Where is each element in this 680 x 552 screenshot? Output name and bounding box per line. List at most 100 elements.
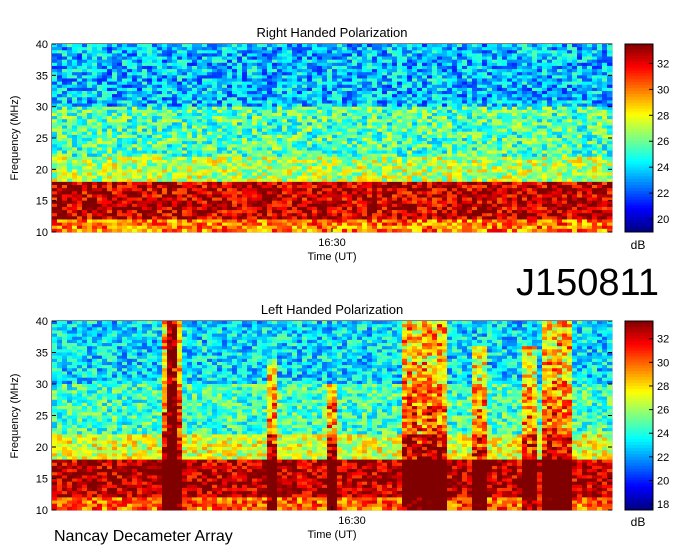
heatmap-cell <box>122 141 128 145</box>
heatmap-cell <box>272 172 278 176</box>
heatmap-cell <box>472 116 478 120</box>
heatmap-cell <box>387 106 393 111</box>
heatmap-cell <box>157 119 163 123</box>
heatmap-cell <box>277 81 283 86</box>
heatmap-cell <box>182 106 188 111</box>
heatmap-cell <box>302 122 308 126</box>
heatmap-cell <box>442 72 448 76</box>
heatmap-cell <box>267 65 273 70</box>
heatmap-cell <box>327 72 333 76</box>
heatmap-cell <box>472 47 478 51</box>
heatmap-cell <box>297 125 303 129</box>
heatmap-cell <box>252 169 258 173</box>
heatmap-cell <box>197 106 203 111</box>
heatmap-cell <box>507 87 513 92</box>
panel-right-polarization: Right Handed Polarization 10152025303540… <box>9 25 669 263</box>
heatmap-cell <box>347 125 353 129</box>
heatmap-cell <box>182 119 188 123</box>
heatmap-cell <box>142 159 148 164</box>
heatmap-cell <box>382 75 388 79</box>
heatmap-cell <box>107 75 113 79</box>
heatmap-cell <box>537 116 543 120</box>
heatmap-cell <box>507 53 513 57</box>
heatmap-cell <box>167 122 173 126</box>
heatmap-cell <box>577 134 583 139</box>
heatmap-cell <box>332 131 338 136</box>
heatmap-cell <box>267 109 273 114</box>
heatmap-cell <box>462 128 468 133</box>
heatmap-cell <box>192 144 198 148</box>
heatmap-cell <box>437 109 443 114</box>
heatmap-cell <box>222 50 228 54</box>
heatmap-cell <box>377 100 383 104</box>
heatmap-cell <box>82 112 88 117</box>
heatmap-cell <box>242 112 248 117</box>
heatmap-cell <box>257 94 263 98</box>
heatmap-cell <box>282 47 288 51</box>
heatmap-cell <box>422 175 428 180</box>
heatmap-cell <box>502 65 508 70</box>
heatmap-cell <box>522 141 528 145</box>
heatmap-cell <box>282 59 288 64</box>
heatmap-cell <box>377 178 383 183</box>
heatmap-cell <box>332 97 338 101</box>
heatmap-cell <box>87 65 93 70</box>
heatmap-cell <box>267 62 273 67</box>
heatmap-cell <box>362 138 368 142</box>
heatmap-cell <box>337 78 343 82</box>
heatmap-cell <box>447 72 453 76</box>
heatmap-cell <box>357 62 363 67</box>
heatmap-cell <box>167 169 173 173</box>
heatmap-cell <box>357 147 363 151</box>
heatmap-cell <box>92 81 98 86</box>
heatmap-cell <box>147 72 153 76</box>
heatmap-cell <box>497 169 503 173</box>
heatmap-cell <box>277 147 283 151</box>
heatmap-cell <box>547 100 553 104</box>
heatmap-cell <box>562 119 568 123</box>
heatmap-cell <box>477 169 483 173</box>
heatmap-cell <box>507 175 513 180</box>
heatmap-cell <box>337 62 343 67</box>
heatmap-cell <box>122 69 128 73</box>
heatmap-cell <box>382 156 388 161</box>
heatmap-cell <box>547 153 553 158</box>
heatmap-cell <box>262 144 268 148</box>
heatmap-cell <box>67 100 73 104</box>
heatmap-cell <box>557 72 563 76</box>
heatmap-cell <box>52 112 58 117</box>
heatmap-cell <box>452 94 458 98</box>
heatmap-cell <box>502 106 508 111</box>
heatmap-cell <box>317 122 323 126</box>
heatmap-cell <box>272 178 278 183</box>
heatmap-cell <box>572 100 578 104</box>
heatmap-cell <box>597 50 603 54</box>
heatmap-cell <box>427 163 433 167</box>
heatmap-cell <box>352 153 358 158</box>
heatmap-cell <box>497 166 503 170</box>
heatmap-cell <box>137 87 143 92</box>
heatmap-cell <box>187 159 193 164</box>
heatmap-cell <box>262 50 268 54</box>
heatmap-cell <box>547 81 553 86</box>
heatmap-cell <box>52 131 58 136</box>
heatmap-cell <box>302 84 308 89</box>
heatmap-cell <box>282 175 288 180</box>
heatmap-cell <box>287 153 293 158</box>
heatmap-cell <box>297 166 303 170</box>
heatmap-cell <box>192 59 198 64</box>
heatmap-cell <box>327 116 333 120</box>
heatmap-cell <box>322 103 328 108</box>
heatmap-cell <box>327 119 333 123</box>
heatmap-cell <box>177 141 183 145</box>
heatmap-cell <box>102 150 108 155</box>
heatmap-cell <box>502 156 508 161</box>
heatmap-cell <box>452 59 458 64</box>
heatmap-cell <box>272 153 278 158</box>
heatmap-cell <box>477 106 483 111</box>
heatmap-cell <box>182 53 188 57</box>
heatmap-cell <box>287 75 293 79</box>
heatmap-cell <box>422 119 428 123</box>
heatmap-cell <box>87 103 93 108</box>
heatmap-cell <box>457 125 463 129</box>
